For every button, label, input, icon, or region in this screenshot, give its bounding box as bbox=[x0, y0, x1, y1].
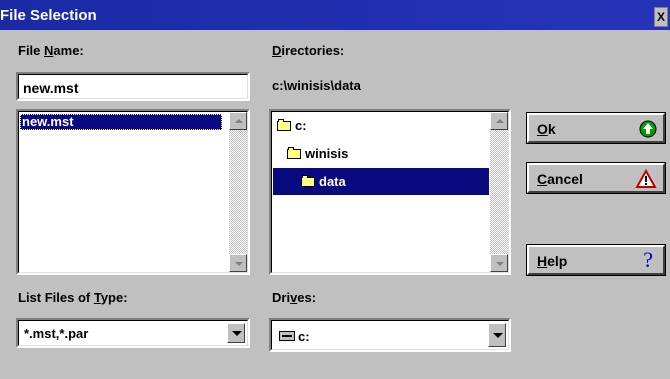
directory-item-winisis[interactable]: winisis bbox=[287, 146, 348, 161]
ok-label: Ok bbox=[537, 121, 556, 137]
warning-triangle-icon bbox=[635, 169, 657, 188]
chevron-down-icon bbox=[232, 331, 242, 336]
scroll-up-icon bbox=[496, 119, 504, 123]
chevron-down-icon bbox=[493, 333, 503, 338]
directory-label: winisis bbox=[305, 146, 349, 161]
directory-list[interactable]: c: winisis data bbox=[269, 109, 511, 275]
file-name-input[interactable]: new.mst bbox=[16, 72, 250, 101]
current-path: c:\winisis\data bbox=[272, 78, 361, 93]
file-type-value: *.mst,*.par bbox=[24, 326, 89, 341]
directory-item-data[interactable]: data bbox=[273, 168, 489, 195]
scroll-up-icon bbox=[235, 119, 243, 123]
green-up-arrow-icon bbox=[639, 120, 657, 138]
list-item-label: new.mst bbox=[22, 114, 74, 129]
ok-button[interactable]: Ok bbox=[526, 112, 666, 144]
drive-value: c: bbox=[298, 329, 310, 344]
file-name-value: new.mst bbox=[23, 80, 79, 96]
file-list[interactable]: new.mst bbox=[16, 109, 250, 275]
file-name-label: File Name: bbox=[18, 43, 84, 58]
hard-drive-icon bbox=[279, 331, 295, 341]
close-button[interactable]: X bbox=[654, 7, 668, 27]
scroll-up-button[interactable] bbox=[229, 112, 247, 130]
window-title: File Selection bbox=[0, 7, 97, 24]
directory-label: data bbox=[319, 174, 346, 189]
help-label: Help bbox=[537, 253, 568, 269]
open-folder-icon bbox=[277, 119, 293, 131]
scroll-down-button[interactable] bbox=[490, 254, 508, 272]
drives-dropdown-button[interactable] bbox=[488, 323, 506, 347]
directory-label: c: bbox=[295, 118, 307, 133]
directory-list-scrollbar[interactable] bbox=[490, 112, 508, 272]
drives-select[interactable]: c: bbox=[269, 318, 511, 352]
file-list-scrollbar[interactable] bbox=[229, 112, 247, 272]
drives-label: Drives: bbox=[272, 290, 317, 305]
scroll-down-icon bbox=[235, 262, 243, 266]
list-item[interactable]: new.mst bbox=[20, 114, 222, 130]
file-type-dropdown-button[interactable] bbox=[227, 323, 245, 343]
directory-item-c[interactable]: c: bbox=[277, 118, 307, 133]
scroll-down-button[interactable] bbox=[229, 254, 247, 272]
directories-label: Directories: bbox=[272, 43, 345, 58]
scroll-down-icon bbox=[496, 262, 504, 266]
title-bar: File Selection X bbox=[0, 0, 670, 30]
cancel-label: Cancel bbox=[537, 171, 583, 187]
question-mark-icon: ? bbox=[643, 247, 653, 272]
list-type-label: List Files of Type: bbox=[18, 290, 128, 305]
cancel-button[interactable]: Cancel bbox=[526, 162, 666, 194]
open-folder-icon bbox=[301, 175, 317, 187]
open-folder-icon bbox=[287, 147, 303, 159]
scroll-up-button[interactable] bbox=[490, 112, 508, 130]
file-type-select[interactable]: *.mst,*.par bbox=[16, 318, 250, 348]
help-button[interactable]: Help ? bbox=[526, 244, 666, 276]
